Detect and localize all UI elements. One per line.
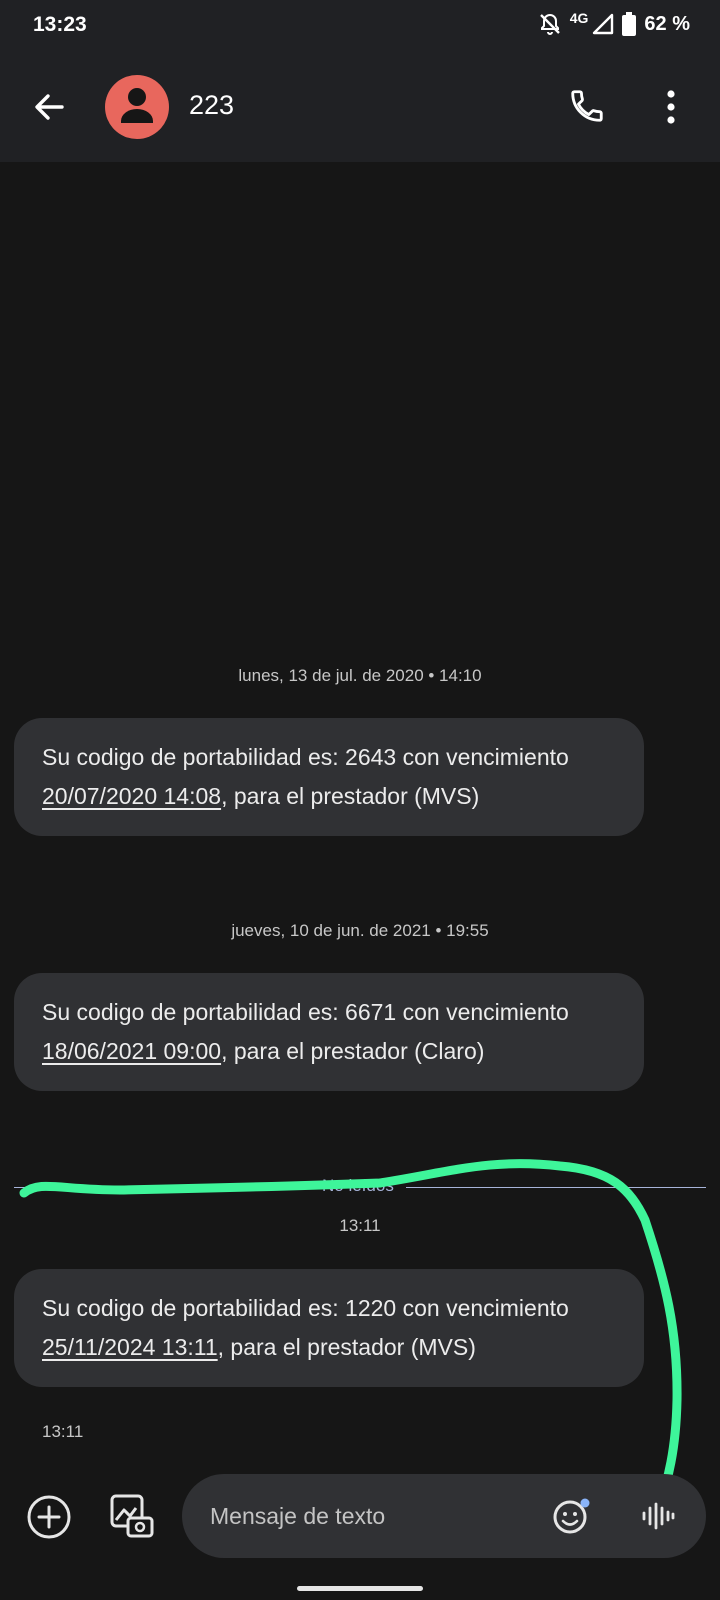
add-circle-icon[interactable] (26, 1494, 72, 1540)
message-bubble[interactable]: Su codigo de portabilidad es: 1220 con v… (14, 1269, 644, 1387)
message-input[interactable] (210, 1474, 530, 1558)
message-timestamp: 13:11 (42, 1422, 84, 1441)
message-date-link[interactable]: 25/11/2024 13:11 (42, 1334, 218, 1360)
message-composer (182, 1474, 706, 1558)
contact-avatar[interactable] (105, 75, 169, 139)
status-time: 13:23 (33, 13, 87, 36)
home-indicator[interactable] (297, 1586, 423, 1591)
message-bubble[interactable]: Su codigo de portabilidad es: 2643 con v… (14, 718, 644, 836)
contact-name: 223 (189, 90, 235, 120)
unread-divider-line (406, 1187, 706, 1188)
voice-waveform-icon[interactable] (638, 1496, 678, 1536)
date-header: lunes, 13 de jul. de 2020 • 14:10 (238, 666, 482, 685)
message-text: , para el prestador (MVS) (221, 783, 480, 809)
bell-off-icon (539, 13, 560, 35)
time-header: 13:11 (339, 1216, 381, 1235)
message-text: Su codigo de portabilidad es: 6671 con v… (42, 999, 569, 1025)
message-text: Su codigo de portabilidad es: 1220 con v… (42, 1295, 569, 1321)
unread-divider-line (14, 1187, 314, 1188)
composer-bar (0, 1460, 720, 1600)
date-header: jueves, 10 de jun. de 2021 • 19:55 (231, 921, 489, 940)
status-icons: 4G 62 % (538, 10, 690, 36)
message-date-link[interactable]: 20/07/2020 14:08 (42, 783, 221, 809)
more-vert-icon[interactable] (653, 87, 689, 127)
contact-avatar-icon (121, 88, 153, 123)
status-bar: 13:23 4G 62 % (0, 0, 720, 52)
message-text: , para el prestador (MVS) (217, 1334, 476, 1360)
message-text: Su codigo de portabilidad es: 2643 con v… (42, 744, 569, 770)
message-date-link[interactable]: 18/06/2021 09:00 (42, 1038, 221, 1064)
battery-icon (622, 12, 637, 36)
signal-icon (593, 13, 614, 35)
network-type: 4G (569, 10, 589, 26)
app-bar: 223 (0, 52, 720, 162)
battery-percent: 62 % (644, 12, 690, 35)
back-arrow-icon[interactable] (30, 88, 68, 126)
phone-call-icon[interactable] (568, 87, 606, 125)
unread-divider-label: No leídos (322, 1176, 394, 1195)
message-bubble[interactable]: Su codigo de portabilidad es: 6671 con v… (14, 973, 644, 1091)
message-text: , para el prestador (Claro) (221, 1038, 485, 1064)
emoji-icon[interactable] (552, 1496, 592, 1536)
gallery-camera-icon[interactable] (108, 1492, 156, 1540)
